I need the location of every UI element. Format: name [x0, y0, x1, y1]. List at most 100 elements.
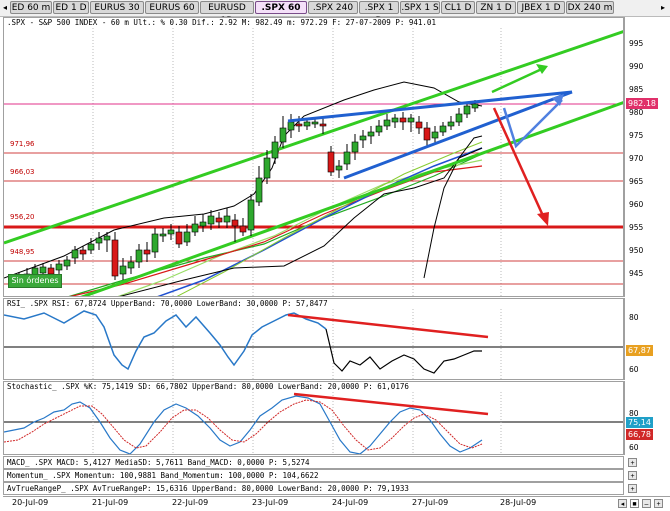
- stochastic-header: Stochastic_ .SPX %K: 75,1419 SD: 66,7802…: [7, 382, 409, 391]
- band-lower: [119, 135, 483, 296]
- price-tick-970: 970: [629, 154, 644, 163]
- candle-body: [247, 199, 255, 231]
- candle-body: [127, 261, 135, 269]
- candle-body: [367, 131, 375, 137]
- red-arrowhead: [537, 212, 549, 226]
- candle-body: [343, 151, 351, 165]
- candle-body: [207, 215, 215, 225]
- scroll-left-icon[interactable]: ◂: [618, 499, 627, 508]
- tab-dx-240-m[interactable]: DX 240 m: [566, 1, 614, 14]
- price-header: .SPX - S&P 500 INDEX - 60 m Ult.: % 0.30…: [7, 18, 436, 27]
- rsi-divergence-line: [287, 313, 489, 339]
- atr-expand-icon[interactable]: +: [628, 484, 637, 493]
- price-tick-990: 990: [629, 62, 644, 71]
- x-label-1: 20-Jul-09: [12, 498, 49, 507]
- price-tick-945: 945: [629, 269, 644, 278]
- candle-body: [319, 123, 327, 127]
- tab-scroll-right-icon[interactable]: ▸: [659, 3, 667, 12]
- candle-body: [447, 121, 455, 127]
- candle-body: [151, 233, 159, 253]
- candle-body: [391, 117, 399, 123]
- atr-panel[interactable]: AvTrueRangeP_ .SPX AvTrueRangeP: 15,6316…: [3, 482, 624, 495]
- candle-body: [423, 127, 431, 141]
- x-label-2: 21-Jul-09: [92, 498, 129, 507]
- level-label-2: 966,03: [10, 168, 35, 176]
- macd-expand-icon[interactable]: +: [628, 458, 637, 467]
- current-price-label: 982.18: [626, 98, 658, 109]
- candle-body: [95, 237, 103, 244]
- tab-scroll-left-icon[interactable]: ◂: [1, 3, 9, 12]
- candle-body: [399, 117, 407, 123]
- candle-body: [439, 125, 447, 133]
- candle-body: [135, 249, 143, 263]
- price-axis: 995 990 985 980 975 970 965 960 955 950 945 982.18: [624, 17, 670, 297]
- rsi-panel[interactable]: RSI_ .SPX RSI: 67,8724 UpperBand: 70,000…: [3, 298, 624, 380]
- stochastic-panel[interactable]: Stochastic_ .SPX %K: 75,1419 SD: 66,7802…: [3, 381, 624, 455]
- zoom-out-icon[interactable]: –: [642, 499, 651, 508]
- price-tick-995: 995: [629, 39, 644, 48]
- momentum-expand-icon[interactable]: +: [628, 471, 637, 480]
- tab-eurus-30-m[interactable]: EURUS 30 m: [90, 1, 144, 26]
- rsi-value-box: 67,87: [626, 345, 653, 356]
- rsi-chart: [4, 309, 623, 379]
- momentum-panel[interactable]: Momentum_ .SPX Momentum: 100,9881 Band_M…: [3, 469, 624, 482]
- candle-body: [287, 121, 295, 131]
- candle-body: [191, 223, 199, 233]
- stoch-k-value-box: 75,14: [626, 417, 653, 428]
- price-chart: [4, 28, 623, 296]
- price-tick-955: 955: [629, 223, 644, 232]
- price-tick-985: 985: [629, 85, 644, 94]
- candle-body: [87, 243, 95, 251]
- stoch-d-value-box: 66,78: [626, 429, 653, 440]
- tab-eurus-60-m[interactable]: EURUS 60 m: [145, 1, 199, 26]
- zoom-in-icon[interactable]: +: [654, 499, 663, 508]
- stochastic-chart: [4, 392, 623, 454]
- tab-ed-1-d[interactable]: ED 1 D: [53, 1, 89, 14]
- candle-body: [383, 119, 391, 127]
- candle-body: [303, 121, 311, 127]
- price-tick-960: 960: [629, 200, 644, 209]
- tab-zn-1-d[interactable]: ZN 1 D: [476, 1, 516, 14]
- candle-body: [159, 233, 167, 237]
- tab-spx-1-s[interactable]: .SPX 1 S: [400, 1, 440, 14]
- tab-cl1-d[interactable]: CL1 D: [441, 1, 475, 14]
- candle-body: [71, 249, 79, 259]
- x-label-6: 27-Jul-09: [412, 498, 449, 507]
- symbol-tab-bar: ED 60 mED 1 DEURUS 30 mEURUS 60 mEURUSD …: [0, 0, 670, 26]
- tab-spx-240-m[interactable]: .SPX 240 m: [308, 1, 358, 26]
- tab-ed-60-m[interactable]: ED 60 m: [10, 1, 52, 14]
- candle-body: [271, 141, 279, 159]
- tab-spx-60-m[interactable]: .SPX 60 m: [255, 1, 307, 26]
- level-label-4: 948,95: [10, 248, 35, 256]
- candle-body: [175, 231, 183, 245]
- candle-body: [167, 229, 175, 235]
- zoom-fit-icon[interactable]: ■: [630, 499, 639, 508]
- candle-body: [455, 113, 463, 123]
- candle-body: [351, 141, 359, 153]
- candle-body: [215, 217, 223, 223]
- tab-spx-1-d[interactable]: .SPX 1 D: [359, 1, 399, 26]
- atr-header: AvTrueRangeP_ .SPX AvTrueRangeP: 15,6316…: [7, 484, 409, 493]
- level-label-3: 956,20: [10, 213, 35, 221]
- green-arrowhead: [536, 64, 548, 74]
- candle-body: [407, 117, 415, 123]
- price-chart-panel[interactable]: .SPX - S&P 500 INDEX - 60 m Ult.: % 0.30…: [3, 17, 624, 297]
- candle-body: [375, 125, 383, 133]
- x-label-3: 22-Jul-09: [172, 498, 209, 507]
- price-tick-965: 965: [629, 177, 644, 186]
- tab-eurusd-1d[interactable]: EURUSD 1D: [200, 1, 254, 26]
- no-orders-button[interactable]: Sin órdenes: [8, 274, 62, 288]
- candle-body: [359, 135, 367, 141]
- candle-body: [111, 239, 119, 277]
- candle-body: [239, 225, 247, 233]
- rsi-tick-80: 80: [629, 313, 639, 322]
- price-tick-980: 980: [629, 108, 644, 117]
- candle-body: [79, 249, 87, 255]
- candle-body: [103, 235, 111, 241]
- x-label-4: 23-Jul-09: [252, 498, 289, 507]
- tab-jbex-1-d[interactable]: JBEX 1 D: [517, 1, 565, 14]
- x-label-5: 24-Jul-09: [332, 498, 369, 507]
- macd-panel[interactable]: MACD_ .SPX MACD: 5,4127 MediaSD: 5,7611 …: [3, 456, 624, 469]
- green-arrow-line: [491, 66, 545, 94]
- candle-body: [415, 121, 423, 129]
